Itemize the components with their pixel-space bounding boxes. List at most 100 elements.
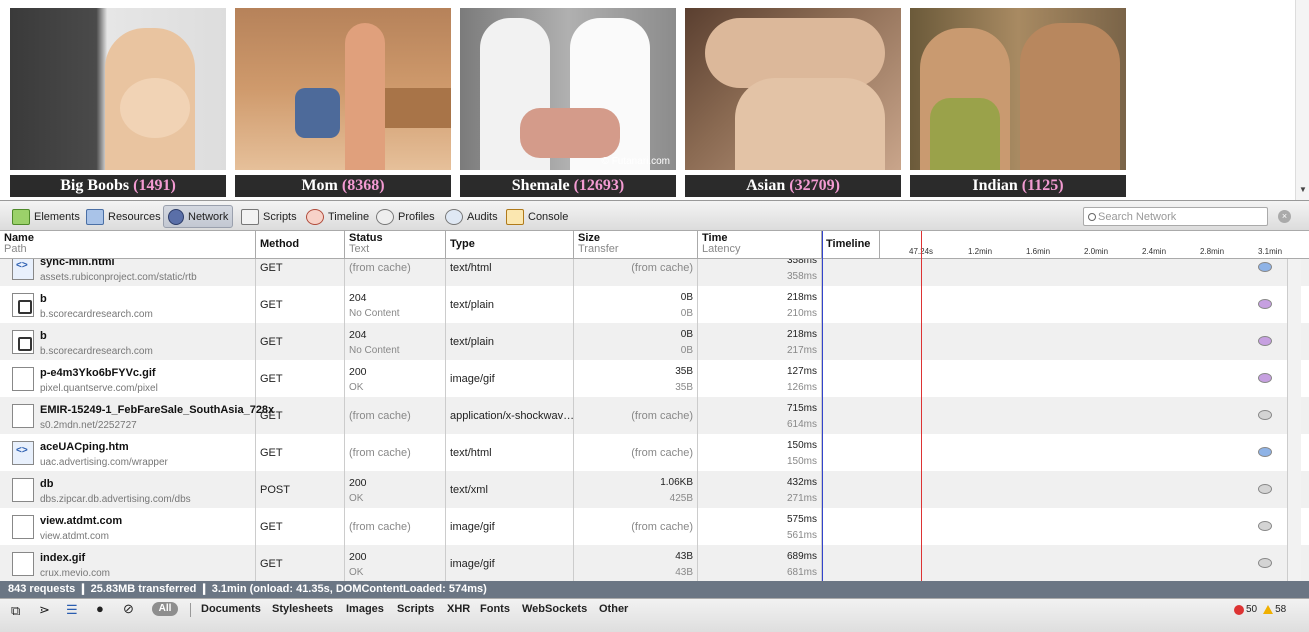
request-name[interactable]: sync-min.html: [40, 259, 115, 268]
tab-console[interactable]: Console: [502, 205, 572, 228]
filter-documents[interactable]: Documents: [201, 603, 261, 615]
dock-icon[interactable]: ⧉: [11, 603, 20, 619]
category-caption[interactable]: Asian (32709): [685, 175, 901, 197]
record-icon[interactable]: ●: [96, 601, 104, 616]
cell-size: 35B 35B: [574, 360, 698, 397]
table-row[interactable]: p-e4m3Yko6bFYVc.gif pixel.quantserve.com/…: [0, 360, 1309, 397]
timeline-bar[interactable]: [1258, 299, 1272, 309]
thumbnail-image[interactable]: [685, 8, 901, 170]
cell-name[interactable]: view.atdmt.com view.atdmt.com: [0, 508, 256, 545]
request-name[interactable]: index.gif: [40, 552, 85, 564]
request-name[interactable]: b: [40, 293, 47, 305]
table-row[interactable]: index.gif crux.mevio.com GET 200 OK image/gif…: [0, 545, 1309, 581]
table-row[interactable]: b b.scorecardresearch.com GET 204 No Content…: [0, 286, 1309, 323]
timeline-bar[interactable]: [1258, 373, 1272, 383]
category-tile-shemale[interactable]: © Futanari.com Shemale (12693): [460, 8, 676, 197]
filter-images[interactable]: Images: [346, 603, 384, 615]
file-icon: [12, 259, 34, 280]
request-method: GET: [260, 262, 283, 274]
scroll-down-arrow-icon[interactable]: ▼: [1299, 185, 1307, 194]
cell-name[interactable]: p-e4m3Yko6bFYVc.gif pixel.quantserve.com/…: [0, 360, 256, 397]
large-rows-icon[interactable]: ☰: [66, 602, 78, 618]
filter-xhr[interactable]: XHR: [447, 603, 470, 615]
table-row[interactable]: db dbs.zipcar.db.advertising.com/dbs POST 2…: [0, 471, 1309, 508]
thumbnail-image[interactable]: © Futanari.com: [460, 8, 676, 170]
category-caption[interactable]: Big Boobs (1491): [10, 175, 226, 197]
request-name[interactable]: p-e4m3Yko6bFYVc.gif: [40, 367, 156, 379]
timeline-bar[interactable]: [1258, 447, 1272, 457]
request-name[interactable]: b: [40, 330, 47, 342]
column-header-type[interactable]: Type: [446, 231, 574, 259]
column-header-size[interactable]: Size Transfer: [574, 231, 698, 259]
category-name: Big Boobs: [60, 177, 130, 194]
timeline-bar[interactable]: [1258, 410, 1272, 420]
category-tile-mom[interactable]: Mom (8368): [235, 8, 451, 197]
cell-time: 218ms 210ms: [698, 286, 822, 323]
category-tile-asian[interactable]: Asian (32709): [685, 8, 901, 197]
close-icon[interactable]: ×: [1278, 210, 1291, 223]
cell-status: 204 No Content: [345, 286, 446, 323]
timeline-bar[interactable]: [1258, 262, 1272, 272]
tab-elements[interactable]: Elements: [8, 205, 84, 228]
cell-name[interactable]: db dbs.zipcar.db.advertising.com/dbs: [0, 471, 256, 508]
request-status: 200: [349, 551, 367, 563]
cell-name[interactable]: EMIR-15249-1_FebFareSale_SouthAsia_728x s…: [0, 397, 274, 434]
column-header-status[interactable]: Status Text: [345, 231, 446, 259]
category-count: (12693): [573, 177, 625, 194]
table-row[interactable]: view.atdmt.com view.atdmt.com GET (from cac…: [0, 508, 1309, 545]
table-row[interactable]: EMIR-15249-1_FebFareSale_SouthAsia_728x s…: [0, 397, 1309, 434]
request-name[interactable]: db: [40, 478, 53, 490]
timeline-bar[interactable]: [1258, 336, 1272, 346]
elements-icon: [12, 208, 30, 225]
column-header-method[interactable]: Method: [256, 231, 345, 259]
search-network-input[interactable]: Search Network: [1083, 207, 1268, 226]
request-name[interactable]: EMIR-15249-1_FebFareSale_SouthAsia_728x: [40, 404, 274, 416]
timeline-bar[interactable]: [1258, 521, 1272, 531]
cell-name[interactable]: b b.scorecardresearch.com: [0, 323, 256, 360]
table-row[interactable]: b b.scorecardresearch.com GET 204 No Content…: [0, 323, 1309, 360]
thumbnail-image[interactable]: [910, 8, 1126, 170]
tab-network[interactable]: Network: [163, 205, 234, 228]
request-path: pixel.quantserve.com/pixel: [40, 383, 158, 394]
timeline-bar[interactable]: [1258, 558, 1272, 568]
console-toggle-icon[interactable]: ⋗: [39, 602, 50, 618]
cell-name[interactable]: sync-min.html assets.rubiconproject.com/s…: [0, 259, 256, 286]
clear-icon[interactable]: ⊘: [123, 601, 134, 617]
file-icon: [12, 441, 34, 465]
request-name[interactable]: view.atdmt.com: [40, 515, 122, 527]
error-warning-counter[interactable]: 50 58: [1234, 604, 1286, 615]
cell-name[interactable]: index.gif crux.mevio.com: [0, 545, 256, 581]
timeline-bar[interactable]: [1258, 484, 1272, 494]
thumbnail-image[interactable]: [235, 8, 451, 170]
table-row[interactable]: sync-min.html assets.rubiconproject.com/s…: [0, 259, 1309, 286]
cell-name[interactable]: b b.scorecardresearch.com: [0, 286, 256, 323]
column-header-name[interactable]: Name Path: [0, 231, 256, 259]
category-tile-big-boobs[interactable]: Big Boobs (1491): [10, 8, 226, 197]
category-tile-indian[interactable]: Indian (1125): [910, 8, 1126, 197]
page-scrollbar[interactable]: ▼: [1295, 0, 1309, 200]
tab-timeline[interactable]: Timeline: [302, 205, 373, 228]
column-header-timeline[interactable]: Timeline: [822, 231, 880, 259]
filter-stylesheets[interactable]: Stylesheets: [272, 603, 333, 615]
tab-audits[interactable]: Audits: [441, 205, 502, 228]
request-size: (from cache): [631, 521, 693, 533]
filter-other[interactable]: Other: [599, 603, 628, 615]
category-caption[interactable]: Shemale (12693): [460, 175, 676, 197]
filter-fonts[interactable]: Fonts: [480, 603, 510, 615]
filter-all-button[interactable]: All: [152, 602, 178, 616]
filter-websockets[interactable]: WebSockets: [522, 603, 587, 615]
category-caption[interactable]: Mom (8368): [235, 175, 451, 197]
table-row[interactable]: aceUACping.htm uac.advertising.com/wrappe…: [0, 434, 1309, 471]
thumbnail-image[interactable]: [10, 8, 226, 170]
tab-scripts[interactable]: Scripts: [237, 205, 301, 228]
category-caption[interactable]: Indian (1125): [910, 175, 1126, 197]
column-header-time[interactable]: Time Latency: [698, 231, 822, 259]
request-name[interactable]: aceUACping.htm: [40, 441, 129, 453]
request-list-scrollbar[interactable]: [1287, 259, 1301, 598]
cell-name[interactable]: aceUACping.htm uac.advertising.com/wrappe…: [0, 434, 256, 471]
tab-profiles[interactable]: Profiles: [372, 205, 439, 228]
filter-scripts[interactable]: Scripts: [397, 603, 434, 615]
request-method: GET: [260, 447, 283, 459]
tab-resources[interactable]: Resources: [82, 205, 165, 228]
request-time: 218ms: [786, 329, 817, 340]
